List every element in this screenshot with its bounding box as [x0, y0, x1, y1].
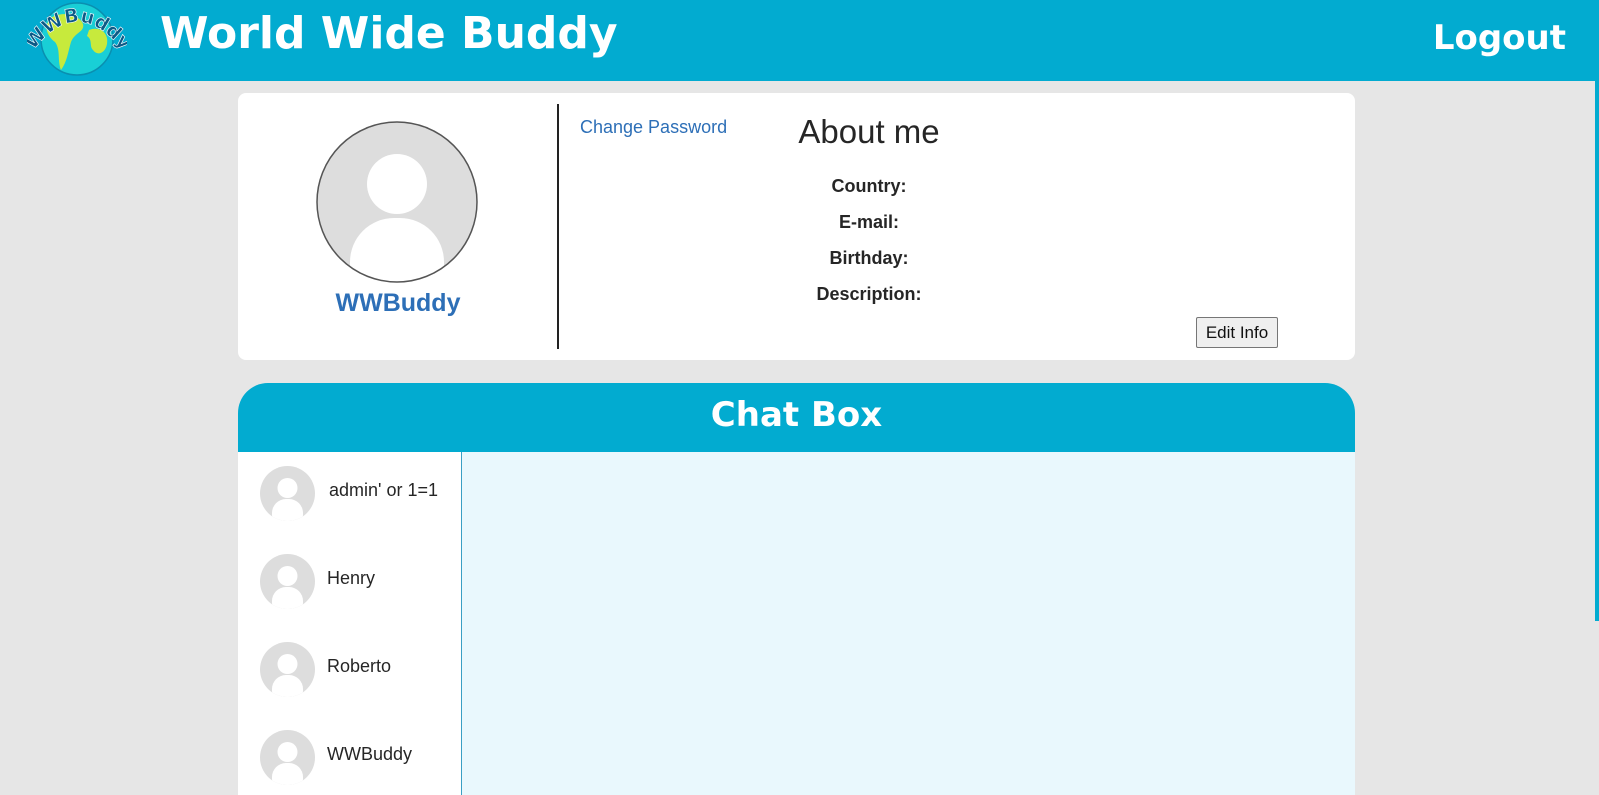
user-avatar-icon	[260, 730, 315, 785]
profile-card: WWBuddy Change Password About me Country…	[238, 93, 1355, 360]
scrollbar-strip[interactable]	[1595, 81, 1599, 621]
contact-name: admin' or 1=1	[329, 480, 439, 500]
profile-username: WWBuddy	[335, 289, 461, 317]
contact-item[interactable]: Henry	[238, 554, 461, 634]
email-label: E-mail:	[838, 212, 899, 232]
user-avatar-icon	[260, 466, 315, 521]
globe-logo-icon[interactable]: WWBuddy	[20, 2, 136, 77]
user-avatar-icon	[260, 554, 315, 609]
contact-item[interactable]: admin' or 1=1	[238, 466, 461, 546]
contact-item[interactable]: WWBuddy	[238, 730, 461, 795]
contact-name: WWBuddy	[327, 744, 413, 764]
chat-contact-list[interactable]: admin' or 1=1 Henry Roberto WWBuddy	[238, 452, 462, 795]
top-navigation-bar: WWBuddy World Wide Buddy Logout	[0, 0, 1599, 81]
chat-box-title: Chat Box	[710, 395, 883, 435]
profile-avatar	[315, 120, 479, 284]
chat-box-header: Chat Box	[238, 383, 1355, 452]
chat-message-area[interactable]	[462, 452, 1355, 795]
profile-divider	[557, 104, 559, 349]
user-avatar-icon	[316, 121, 478, 283]
contact-item[interactable]: Roberto	[238, 642, 461, 722]
about-me-heading: About me	[798, 113, 940, 150]
logout-link[interactable]: Logout	[1433, 18, 1566, 58]
birthday-label: Birthday:	[829, 248, 909, 268]
user-avatar-icon	[260, 642, 315, 697]
site-title: World Wide Buddy	[160, 8, 618, 59]
change-password-link[interactable]: Change Password	[580, 117, 727, 138]
country-label: Country:	[831, 176, 907, 196]
contact-name: Roberto	[327, 656, 392, 676]
contact-name: Henry	[327, 568, 376, 588]
description-label: Description:	[816, 284, 922, 304]
edit-info-button[interactable]: Edit Info	[1196, 317, 1278, 348]
